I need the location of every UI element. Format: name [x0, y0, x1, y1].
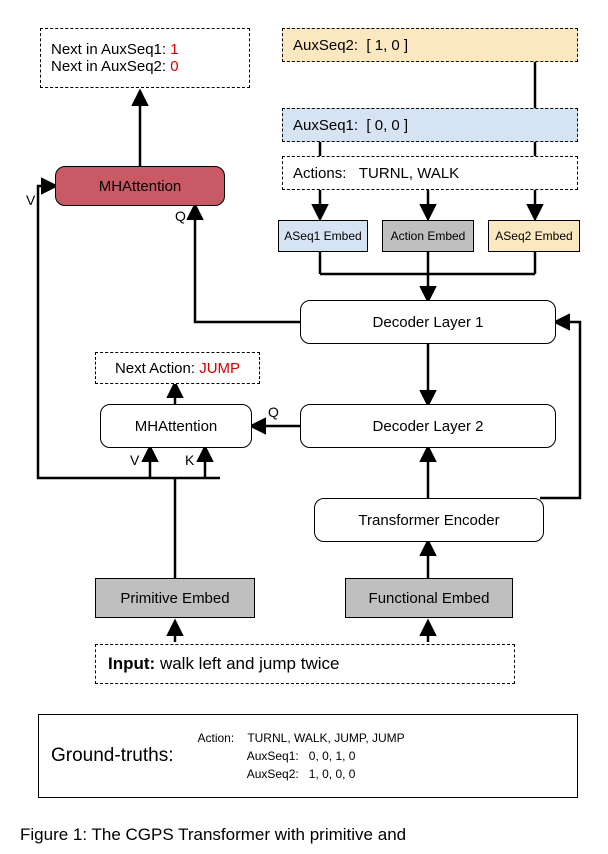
aseq2-embed-label: ASeq2 Embed	[495, 229, 572, 243]
actions-box: Actions: TURNL, WALK	[282, 156, 578, 190]
ground-truths-table: Action: TURNL, WALK, JUMP, JUMP AuxSeq1:…	[198, 729, 405, 783]
primitive-embed-label: Primitive Embed	[120, 590, 229, 607]
decoder2-label: Decoder Layer 2	[373, 418, 484, 435]
auxseq1-prefix: AuxSeq1:	[293, 117, 358, 134]
decoder-layer-1: Decoder Layer 1	[300, 300, 556, 344]
mha2-v-label: V	[130, 452, 139, 468]
auxseq1-content: [ 0, 0 ]	[366, 117, 408, 134]
aseq1-embed: ASeq1 Embed	[278, 220, 368, 252]
auxseq2-box: AuxSeq2: [ 1, 0 ]	[282, 28, 578, 62]
gt-aux2-vals: 1, 0, 0, 0	[309, 767, 356, 781]
aseq2-embed: ASeq2 Embed	[488, 220, 580, 252]
gt-aux1-vals: 0, 0, 1, 0	[309, 749, 356, 763]
primitive-embed: Primitive Embed	[95, 578, 255, 618]
aux-predictions: Next in AuxSeq1: 1 Next in AuxSeq2: 0	[40, 28, 250, 88]
input-label: Input:	[108, 654, 155, 674]
action-embed: Action Embed	[382, 220, 474, 252]
auxseq2-prefix: AuxSeq2:	[293, 37, 358, 54]
gt-action-row: Action: TURNL, WALK, JUMP, JUMP	[198, 729, 405, 747]
next-action-label: Next Action:	[115, 360, 195, 377]
aseq1-embed-label: ASeq1 Embed	[284, 229, 361, 243]
gt-aux2-row: AuxSeq2: 1, 0, 0, 0	[198, 765, 405, 783]
aux2-pred-label: Next in AuxSeq2:	[51, 58, 166, 75]
next-action-box: Next Action: JUMP	[95, 352, 260, 384]
mha2-k-label: K	[185, 452, 194, 468]
decoder1-label: Decoder Layer 1	[373, 314, 484, 331]
actions-content: TURNL, WALK	[359, 165, 459, 182]
input-box: Input: walk left and jump twice	[95, 644, 515, 684]
aux2-pred-val: 0	[170, 58, 178, 75]
figure-caption: Figure 1: The CGPS Transformer with prim…	[20, 822, 590, 848]
auxseq1-box: AuxSeq1: [ 0, 0 ]	[282, 108, 578, 142]
input-text: walk left and jump twice	[160, 654, 340, 674]
aux1-pred-row: Next in AuxSeq1: 1	[51, 41, 179, 58]
next-action-val: JUMP	[199, 360, 240, 377]
gt-aux1-label: AuxSeq1:	[247, 749, 299, 763]
ground-truths-label: Ground-truths:	[51, 745, 174, 767]
gt-action-label: Action:	[198, 731, 235, 745]
aux2-pred-row: Next in AuxSeq2: 0	[51, 58, 179, 75]
mha2-label: MHAttention	[135, 418, 218, 435]
mha1-block: MHAttention	[55, 166, 225, 206]
gt-aux2-label: AuxSeq2:	[247, 767, 299, 781]
functional-embed: Functional Embed	[345, 578, 513, 618]
ground-truths-box: Ground-truths: Action: TURNL, WALK, JUMP…	[38, 714, 578, 798]
mha1-q-label: Q	[175, 208, 186, 224]
aux1-pred-label: Next in AuxSeq1:	[51, 41, 166, 58]
functional-embed-label: Functional Embed	[369, 590, 490, 607]
decoder-layer-2: Decoder Layer 2	[300, 404, 556, 448]
actions-prefix: Actions:	[293, 165, 346, 182]
mha2-q-label: Q	[268, 404, 279, 420]
action-embed-label: Action Embed	[391, 229, 466, 243]
aux1-pred-val: 1	[170, 41, 178, 58]
mha1-label: MHAttention	[99, 178, 182, 195]
transformer-encoder: Transformer Encoder	[314, 498, 544, 542]
gt-aux1-row: AuxSeq1: 0, 0, 1, 0	[198, 747, 405, 765]
caption-text: Figure 1: The CGPS Transformer with prim…	[20, 825, 406, 845]
auxseq2-content: [ 1, 0 ]	[366, 37, 408, 54]
gt-action-vals: TURNL, WALK, JUMP, JUMP	[247, 731, 404, 745]
encoder-label: Transformer Encoder	[358, 512, 499, 529]
mha2-block: MHAttention	[100, 404, 252, 448]
mha1-v-label: V	[26, 192, 35, 208]
